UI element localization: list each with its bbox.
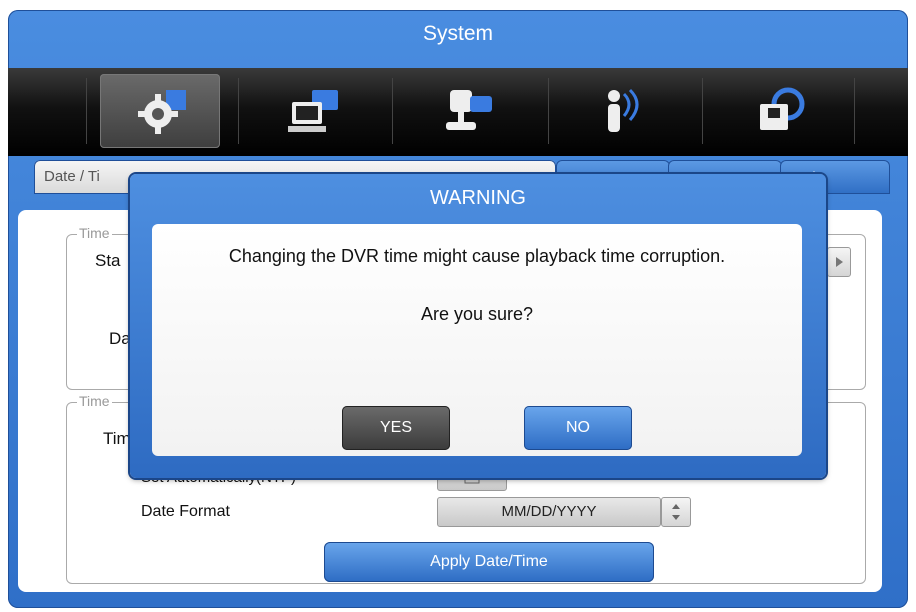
gear-icon (138, 90, 186, 134)
date-format-label: Date Format (141, 503, 230, 520)
camera-control-icon (446, 90, 492, 130)
toolbar (8, 68, 908, 156)
toolbar-camera[interactable] (408, 74, 528, 148)
network-icon (288, 90, 338, 132)
standard-label: Sta (95, 251, 121, 270)
dialog-question: Are you sure? (420, 304, 534, 324)
toolbar-separator (238, 78, 239, 144)
toolbar-separator (86, 78, 87, 144)
toolbar-separator (702, 78, 703, 144)
toolbar-separator (854, 78, 855, 144)
toolbar-users[interactable] (562, 74, 682, 148)
toolbar-separator (548, 78, 549, 144)
user-signal-icon (608, 88, 639, 132)
dialog-title: WARNING (430, 187, 526, 209)
yes-button[interactable]: YES (342, 406, 450, 450)
date-label: Da (109, 329, 131, 348)
no-button[interactable]: NO (524, 406, 632, 450)
backup-disk-icon (760, 87, 805, 130)
group-label: Time (77, 225, 112, 241)
date-format-spinner[interactable] (661, 497, 691, 527)
toolbar-network[interactable] (254, 74, 374, 148)
toolbar-backup[interactable] (720, 74, 840, 148)
apply-date-time-button[interactable]: Apply Date/Time (324, 542, 654, 582)
group-label: Time (77, 393, 112, 409)
dialog-message: Changing the DVR time might cause playba… (228, 246, 726, 266)
chevron-right-icon (836, 257, 843, 267)
window-title: System (422, 22, 493, 45)
dialog-body: Changing the DVR time might cause playba… (152, 224, 802, 456)
time-label: Tim (103, 429, 131, 448)
warning-dialog: WARNING Changing the DVR time might caus… (130, 174, 826, 478)
tab-date-time-label: Date / Ti (44, 168, 100, 185)
toolbar-system-settings[interactable] (100, 74, 220, 148)
right-arrow-button[interactable] (827, 247, 851, 277)
date-format-select[interactable]: MM/DD/YYYY (437, 497, 661, 527)
toolbar-separator (392, 78, 393, 144)
up-down-icon (672, 504, 680, 520)
